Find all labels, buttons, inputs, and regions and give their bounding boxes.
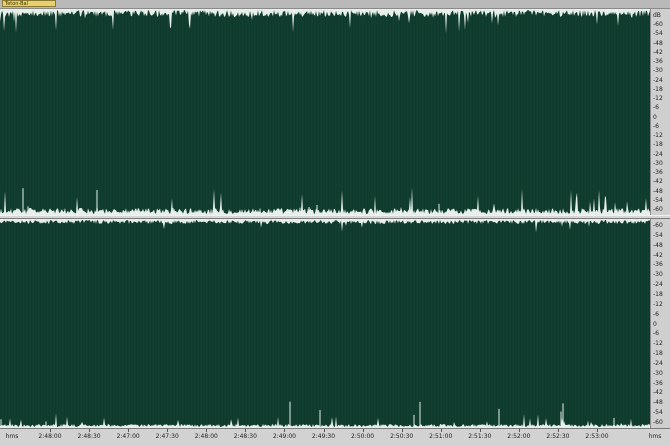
scale-label: -12 [653,95,663,103]
ruler-time-label: 2:48:30 [233,433,257,440]
waveform-bottom-edge [0,413,650,428]
scale-label: -18 [653,290,663,298]
waveform-top-edge [0,9,650,34]
scale-label: -6 [653,310,659,318]
scale-label: -6 [653,330,659,338]
title-bar: Teton-Bal [0,0,670,9]
ruler-time-label: 2:48:00 [38,433,62,440]
ruler-time-label: 2:50:30 [390,433,414,440]
ruler-time-label: 2:49:00 [272,433,296,440]
ruler-tick [50,429,51,432]
ruler-time-label: 2:53:00 [585,433,609,440]
amplitude-scale-bottom: -60 -54 -48 -42 -36 -30 -24 -18 -12 -6 0 -6 -12 -18 -2… [650,219,670,428]
ruler-time-label: 2:49:30 [311,433,336,440]
scale-label: -60 [653,419,663,426]
audio-editor-window: Teton-Bal dB -60 -54 -48 -42 -36 -30 -24 -18 -12-… [0,0,670,446]
ruler-start-label: hms [5,433,19,440]
scale-label: -54 [653,409,663,417]
scale-label: 0 [653,113,657,121]
ruler-tick [323,429,325,432]
scale-label: -30 [653,271,663,279]
scale-label: -30 [653,67,663,75]
scale-label: -36 [653,58,663,66]
scale-label: -12 [653,132,663,140]
amplitude-scale-top: dB -60 -54 -48 -42 -36 -30 -24 -18 -12 -6 0 -6 -12 -18… [650,9,670,215]
ruler-time-label: 2:51:30 [468,433,492,440]
waveform-channel-bottom[interactable] [0,219,650,428]
waveform-top-edge [0,219,650,233]
scale-label: -48 [653,241,663,249]
waveform-top-svg [0,9,650,215]
ruler-tick [440,429,442,432]
ruler-tick [557,429,559,432]
ruler-tick [89,429,91,432]
scale-label: -24 [653,150,663,158]
ruler-tick [597,429,598,432]
scale-label: -60 [653,21,663,29]
scale-label: -54 [653,231,663,239]
ruler-time-label: 2:51:00 [429,433,453,440]
ruler-tick [128,429,130,432]
ruler-time-label: 2:47:00 [116,433,140,440]
scale-label: -18 [653,85,663,93]
ruler-tick [284,429,286,432]
scale-label: -12 [653,340,663,348]
scale-label: -24 [653,359,663,367]
waveform-channel-top[interactable] [0,9,650,215]
ruler-tick [167,429,169,432]
ruler-time-label: 2:52:30 [546,433,570,440]
ruler-tick [362,429,364,432]
scale-label: -42 [653,178,663,186]
scale-label: -54 [653,196,663,204]
scale-label: -36 [653,169,663,177]
ruler-time-label: 2:48:00 [194,433,218,440]
waveform-bottom-svg [0,219,650,428]
scale-label: -18 [653,141,663,149]
scale-label: -18 [653,350,663,358]
scale-label: -6 [653,122,659,130]
scale-label: -42 [653,48,663,56]
scale-label: 0 [653,320,657,328]
ruler-time-label: 2:48:30 [77,433,101,440]
scale-label: -30 [653,159,663,167]
scale-label: -42 [653,389,663,397]
scale-label: -30 [653,369,663,377]
ruler-tick [518,429,520,432]
scale-label: -36 [653,379,663,387]
ruler-time-label: 2:52:00 [507,433,531,440]
scale-label: dB [653,12,661,19]
ruler-tick [479,429,481,432]
scale-label: -48 [653,39,663,47]
scale-label: -36 [653,261,663,269]
ruler-tick [401,429,403,432]
scale-label: -48 [653,399,663,407]
ruler-time-label: 2:50:00 [350,433,375,440]
ruler-end-label: hms [648,433,662,440]
scale-label: -60 [653,222,663,229]
file-tab[interactable]: Teton-Bal [2,0,56,7]
ruler-tick [206,429,208,432]
scale-label: -48 [653,187,663,195]
ruler-time-label: 2:47:30 [155,433,179,440]
scale-label: -60 [653,206,663,213]
scale-label: -24 [653,281,663,289]
scale-label: -54 [653,30,663,38]
ruler-tick [245,429,247,432]
scale-label: -42 [653,251,663,259]
time-ruler[interactable]: hms hms 2:48:00 2:48:30 2:47:00 2:47:30 2:48… [0,428,670,446]
scale-label: -12 [653,300,663,308]
scale-label: -6 [653,104,659,112]
scale-label: -24 [653,76,663,84]
